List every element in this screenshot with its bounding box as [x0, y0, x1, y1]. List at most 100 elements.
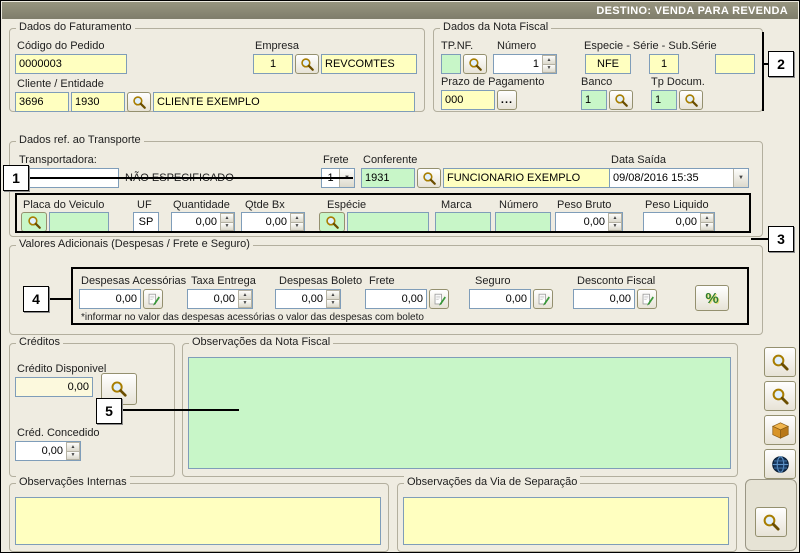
spin-down-icon[interactable]: ▼ — [290, 223, 304, 232]
banco-search-button[interactable] — [609, 90, 633, 110]
conferente-codigo-field[interactable]: 1931 — [361, 168, 415, 188]
seguro-edit-button[interactable] — [533, 289, 553, 309]
desconto-fiscal-field[interactable]: 0,00 — [573, 289, 635, 309]
tool-search-button-2[interactable] — [764, 381, 796, 411]
data-saida-picker[interactable]: 09/08/2016 15:35 ▼ — [609, 168, 749, 188]
seguro-field[interactable]: 0,00 — [469, 289, 531, 309]
transportadora-codigo-field[interactable]: 1 — [17, 168, 119, 188]
conferente-search-button[interactable] — [417, 168, 441, 188]
especie-search-button[interactable] — [319, 212, 345, 232]
despesas-boleto-label: Despesas Boleto — [279, 275, 362, 287]
tool-search-button-1[interactable] — [764, 347, 796, 377]
uf-field[interactable]: SP — [133, 212, 159, 232]
spin-down-icon[interactable]: ▼ — [326, 300, 340, 309]
empresa-codigo-field[interactable]: 1 — [253, 54, 293, 74]
cliente-entidade-field[interactable]: 1930 — [71, 92, 125, 112]
chevron-down-icon[interactable]: ▼ — [733, 169, 748, 187]
spin-up-icon[interactable]: ▲ — [700, 213, 714, 223]
cliente-nome-field[interactable]: CLIENTE EXEMPLO — [153, 92, 415, 112]
spin-down-icon[interactable]: ▼ — [66, 452, 80, 461]
marca-field[interactable] — [435, 212, 491, 232]
nf-serie-field[interactable]: 1 — [649, 54, 679, 74]
tool-globe-button[interactable] — [764, 449, 796, 479]
desconto-fiscal-label: Desconto Fiscal — [577, 275, 655, 287]
peso-bruto-value: 0,00 — [556, 213, 608, 231]
spin-down-icon[interactable]: ▼ — [700, 223, 714, 232]
frete-edit-button[interactable] — [429, 289, 449, 309]
qtde-bx-spinner[interactable]: 0,00 ▲▼ — [241, 212, 305, 232]
prazo-ellipsis-button[interactable]: ... — [497, 90, 517, 110]
especie-transporte-field[interactable] — [347, 212, 429, 232]
edit-icon — [147, 293, 160, 306]
nf-especie-field[interactable]: NFE — [585, 54, 631, 74]
nf-numero-spinner[interactable]: 1 ▲▼ — [493, 54, 557, 74]
nf-numero-value: 1 — [494, 55, 542, 73]
cliente-search-button[interactable] — [127, 92, 151, 112]
spin-up-icon[interactable]: ▲ — [220, 213, 234, 223]
conferente-label: Conferente — [363, 154, 417, 166]
percent-button[interactable]: % — [695, 285, 729, 311]
spin-down-icon[interactable]: ▼ — [220, 223, 234, 232]
obs-nota-fiscal-textarea[interactable] — [188, 357, 731, 469]
codigo-pedido-label: Código do Pedido — [17, 40, 104, 52]
peso-liquido-label: Peso Liquido — [645, 199, 709, 211]
placa-field[interactable] — [49, 212, 109, 232]
cred-concedido-spinner[interactable]: 0,00 ▲▼ — [15, 441, 81, 461]
numero-transporte-field[interactable] — [495, 212, 551, 232]
spin-down-icon[interactable]: ▼ — [608, 223, 622, 232]
despesas-acessorias-field[interactable]: 0,00 — [79, 289, 141, 309]
nf-sub-serie-field[interactable] — [715, 54, 755, 74]
tp-docum-field[interactable]: 1 — [651, 90, 677, 110]
search-icon — [771, 353, 790, 372]
tpnf-field[interactable] — [441, 54, 461, 74]
valores-note: *informar no valor das despesas acessóri… — [81, 312, 424, 323]
data-saida-label: Data Saída — [611, 154, 666, 166]
spin-up-icon[interactable]: ▲ — [290, 213, 304, 223]
peso-liquido-spinner[interactable]: 0,00 ▲▼ — [643, 212, 715, 232]
spin-up-icon[interactable]: ▲ — [326, 290, 340, 300]
uf-label: UF — [137, 199, 152, 211]
spin-up-icon[interactable]: ▲ — [542, 55, 556, 65]
quantidade-label: Quantidade — [173, 199, 230, 211]
obs-via-separacao-textarea[interactable] — [403, 497, 729, 545]
frete-valor-label: Frete — [369, 275, 395, 287]
peso-bruto-spinner[interactable]: 0,00 ▲▼ — [555, 212, 623, 232]
desconto-fiscal-edit-button[interactable] — [637, 289, 657, 309]
tpnf-search-button[interactable] — [463, 54, 487, 74]
despesas-boleto-spinner[interactable]: 0,00 ▲▼ — [275, 289, 341, 309]
empresa-nome-field[interactable]: REVCOMTES — [321, 54, 417, 74]
prazo-field[interactable]: 000 — [441, 90, 495, 110]
frete-valor-field[interactable]: 0,00 — [365, 289, 427, 309]
search-icon — [771, 387, 790, 406]
empresa-search-button[interactable] — [295, 54, 319, 74]
search-icon — [422, 171, 437, 186]
despesas-acessorias-label: Despesas Acessórias — [81, 275, 186, 287]
spin-up-icon[interactable]: ▲ — [608, 213, 622, 223]
quantidade-spinner[interactable]: 0,00 ▲▼ — [171, 212, 235, 232]
conferente-nome-field[interactable]: FUNCIONARIO EXEMPLO — [443, 168, 623, 188]
banco-field[interactable]: 1 — [581, 90, 607, 110]
obs-internas-textarea[interactable] — [15, 497, 381, 545]
spin-up-icon[interactable]: ▲ — [66, 442, 80, 452]
group-nota-fiscal-title: Dados da Nota Fiscal — [440, 21, 551, 33]
codigo-pedido-field[interactable]: 0000003 — [15, 54, 127, 74]
package-icon — [771, 421, 790, 440]
group-transporte-title: Dados ref. ao Transporte — [16, 134, 144, 146]
cliente-codigo-field[interactable]: 3696 — [15, 92, 69, 112]
spin-up-icon[interactable]: ▲ — [238, 290, 252, 300]
callout-3-line — [751, 238, 768, 240]
tool-search-button-3[interactable] — [755, 507, 787, 537]
credito-disponivel-field[interactable]: 0,00 — [15, 377, 93, 397]
placa-search-button[interactable] — [21, 212, 47, 232]
chevron-down-icon[interactable]: ▼ — [339, 169, 354, 187]
search-icon — [27, 215, 42, 230]
tool-package-button[interactable] — [764, 415, 796, 445]
spin-down-icon[interactable]: ▼ — [238, 300, 252, 309]
taxa-entrega-spinner[interactable]: 0,00 ▲▼ — [187, 289, 253, 309]
tp-docum-search-button[interactable] — [679, 90, 703, 110]
peso-liquido-value: 0,00 — [644, 213, 700, 231]
frete-combo[interactable]: 1 ▼ — [321, 168, 355, 188]
spin-down-icon[interactable]: ▼ — [542, 65, 556, 74]
despesas-acessorias-edit-button[interactable] — [143, 289, 163, 309]
percent-icon: % — [705, 290, 718, 307]
